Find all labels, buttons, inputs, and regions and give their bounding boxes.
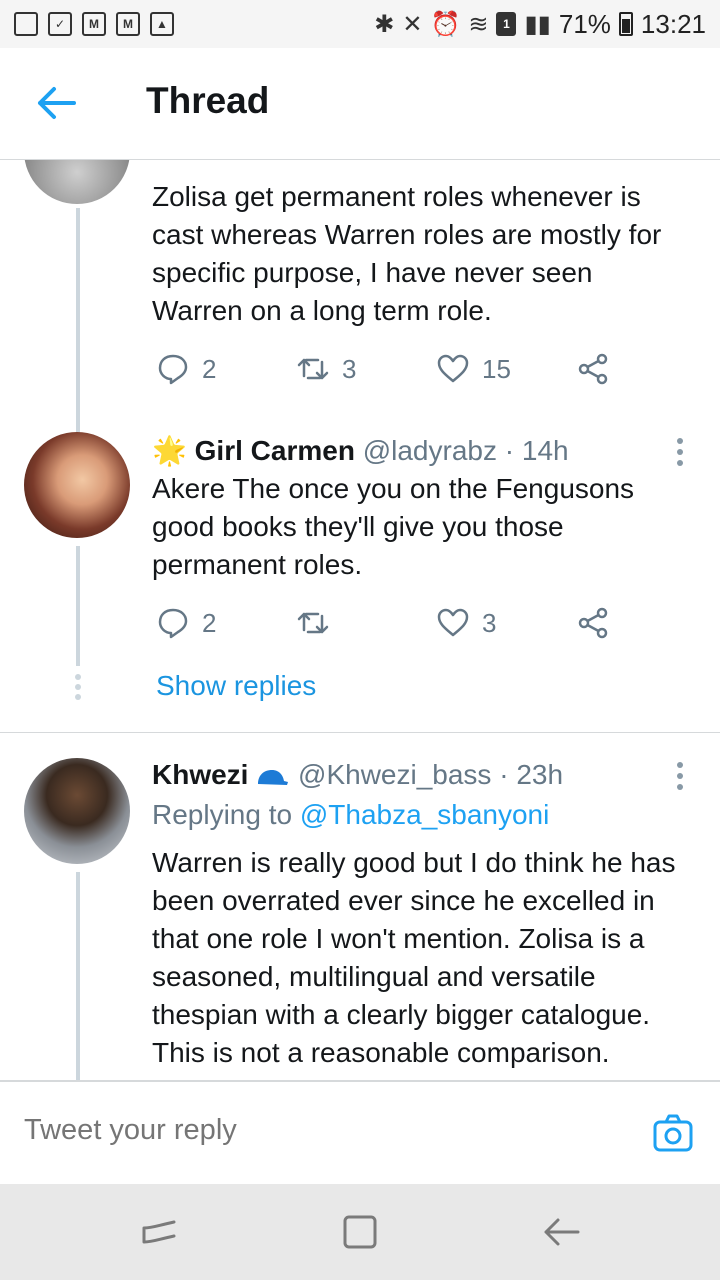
retweet-icon <box>297 612 329 634</box>
camera-icon[interactable] <box>652 1112 694 1154</box>
retweet-button[interactable]: 3 <box>296 352 356 386</box>
reply-button[interactable]: 2 <box>156 606 216 640</box>
checkbox-notification-icon: ✓ <box>48 12 72 36</box>
signal-icon: ▮▮ <box>524 10 551 38</box>
thread-connector <box>76 546 80 666</box>
like-button[interactable]: 15 <box>436 352 511 386</box>
tweet-actions: 2 3 <box>152 606 622 646</box>
reply-bar <box>0 1080 720 1184</box>
tweet-line: been overrated ever since he excelled in <box>152 885 655 916</box>
gmail-icon: M <box>82 12 106 36</box>
reply-button[interactable]: 2 <box>156 352 216 386</box>
tweet-divider <box>0 732 720 733</box>
reply-count: 2 <box>202 607 217 638</box>
reply-count: 2 <box>202 353 217 384</box>
tweet-actions: 2 3 15 <box>152 352 622 392</box>
more-options-icon[interactable] <box>674 438 686 472</box>
tweet-line: good books they'll give you those <box>152 511 564 542</box>
battery-icon <box>618 12 633 36</box>
thread-continuation-dots <box>74 674 82 704</box>
tweet-text: Akere The once you on the Fengusons good… <box>152 470 697 584</box>
alarm-icon: ⏰ <box>430 10 461 38</box>
battery-percent: 71% <box>558 8 611 39</box>
status-bar: ✓ M M ▲ ✱ ✕ ⏰ ≋ 1 ▮▮ 71% 13:21 <box>0 0 720 48</box>
thread-connector <box>76 872 80 1080</box>
image-icon: ▲ <box>150 12 174 36</box>
gmail-icon: M <box>116 12 140 36</box>
clock: 13:21 <box>640 8 706 39</box>
notification-icon <box>14 12 38 36</box>
user-handle[interactable]: @ladyrabz <box>363 435 497 466</box>
tweet-header: Khwezi @Khwezi_bass · 23h <box>152 756 563 794</box>
thread-header: Thread <box>0 48 720 160</box>
thread-list[interactable]: Zolisa get permanent roles whenever is c… <box>0 160 720 1080</box>
user-handle[interactable]: @Khwezi_bass <box>298 759 491 790</box>
tweet-line: seasoned, multilingual and versatile <box>152 961 596 992</box>
avatar[interactable] <box>24 160 130 204</box>
sim-badge: 1 <box>496 12 517 36</box>
show-replies-link[interactable]: Show replies <box>156 670 316 702</box>
bluetooth-icon: ✱ <box>374 10 395 38</box>
share-button[interactable] <box>576 352 610 386</box>
home-icon[interactable] <box>338 1210 382 1254</box>
tweet-text: Warren is really good but I do think he … <box>152 844 697 1072</box>
tweet-header: 🌟 Girl Carmen @ladyrabz · 14h <box>152 432 569 470</box>
reply-input[interactable] <box>24 1114 584 1147</box>
share-button[interactable] <box>576 606 610 640</box>
notification-icons: ✓ M M ▲ <box>14 12 174 36</box>
avatar[interactable] <box>24 432 130 538</box>
more-options-icon[interactable] <box>674 762 686 796</box>
reply-icon <box>158 608 188 639</box>
back-nav-icon[interactable] <box>540 1210 584 1254</box>
heart-icon <box>437 354 469 383</box>
tweet-line: Zolisa get permanent roles whenever is <box>152 181 641 212</box>
tweet-line: Warren is really good but I do think he … <box>152 847 676 878</box>
replying-handle-link[interactable]: @Thabza_sbanyoni <box>300 799 549 830</box>
tweet-line: Akere The once you on the Fengusons <box>152 473 635 504</box>
recent-apps-icon[interactable] <box>138 1210 182 1254</box>
tweet-line: thespian with a clearly bigger catalogue… <box>152 999 651 1030</box>
tweet-time: · 14h <box>504 435 569 466</box>
replying-to: Replying to @Thabza_sbanyoni <box>152 796 549 834</box>
cap-emoji-icon <box>258 769 289 785</box>
tweet-line: This is not a reasonable comparison. <box>152 1037 610 1068</box>
share-icon <box>578 353 608 385</box>
like-count: 15 <box>482 353 511 384</box>
reply-icon <box>158 354 188 385</box>
like-button[interactable]: 3 <box>436 606 496 640</box>
wifi-icon: ≋ <box>468 10 489 38</box>
display-name[interactable]: Girl Carmen <box>195 435 355 466</box>
tweet-line: that one role I won't mention. Zolisa is… <box>152 923 645 954</box>
tweet-text: Zolisa get permanent roles whenever is c… <box>152 178 697 330</box>
retweet-button[interactable] <box>296 606 342 640</box>
retweet-icon <box>297 358 329 380</box>
star-emoji: 🌟 <box>152 435 187 466</box>
mute-icon: ✕ <box>402 10 423 38</box>
tweet-line: specific purpose, I have never seen <box>152 257 593 288</box>
tweet-time: · 23h <box>499 759 564 790</box>
system-nav-bar <box>0 1184 720 1280</box>
share-icon <box>578 607 608 639</box>
tweet-line: cast whereas Warren roles are mostly for <box>152 219 662 250</box>
heart-icon <box>437 608 469 637</box>
avatar[interactable] <box>24 758 130 864</box>
display-name[interactable]: Khwezi <box>152 759 248 790</box>
tweet-line: permanent roles. <box>152 549 363 580</box>
tweet-line: Warren on a long term role. <box>152 295 492 326</box>
replying-label: Replying to <box>152 799 293 830</box>
like-count: 3 <box>482 607 497 638</box>
page-title: Thread <box>146 80 270 121</box>
back-arrow-icon[interactable] <box>36 86 76 120</box>
retweet-count: 3 <box>342 353 357 384</box>
